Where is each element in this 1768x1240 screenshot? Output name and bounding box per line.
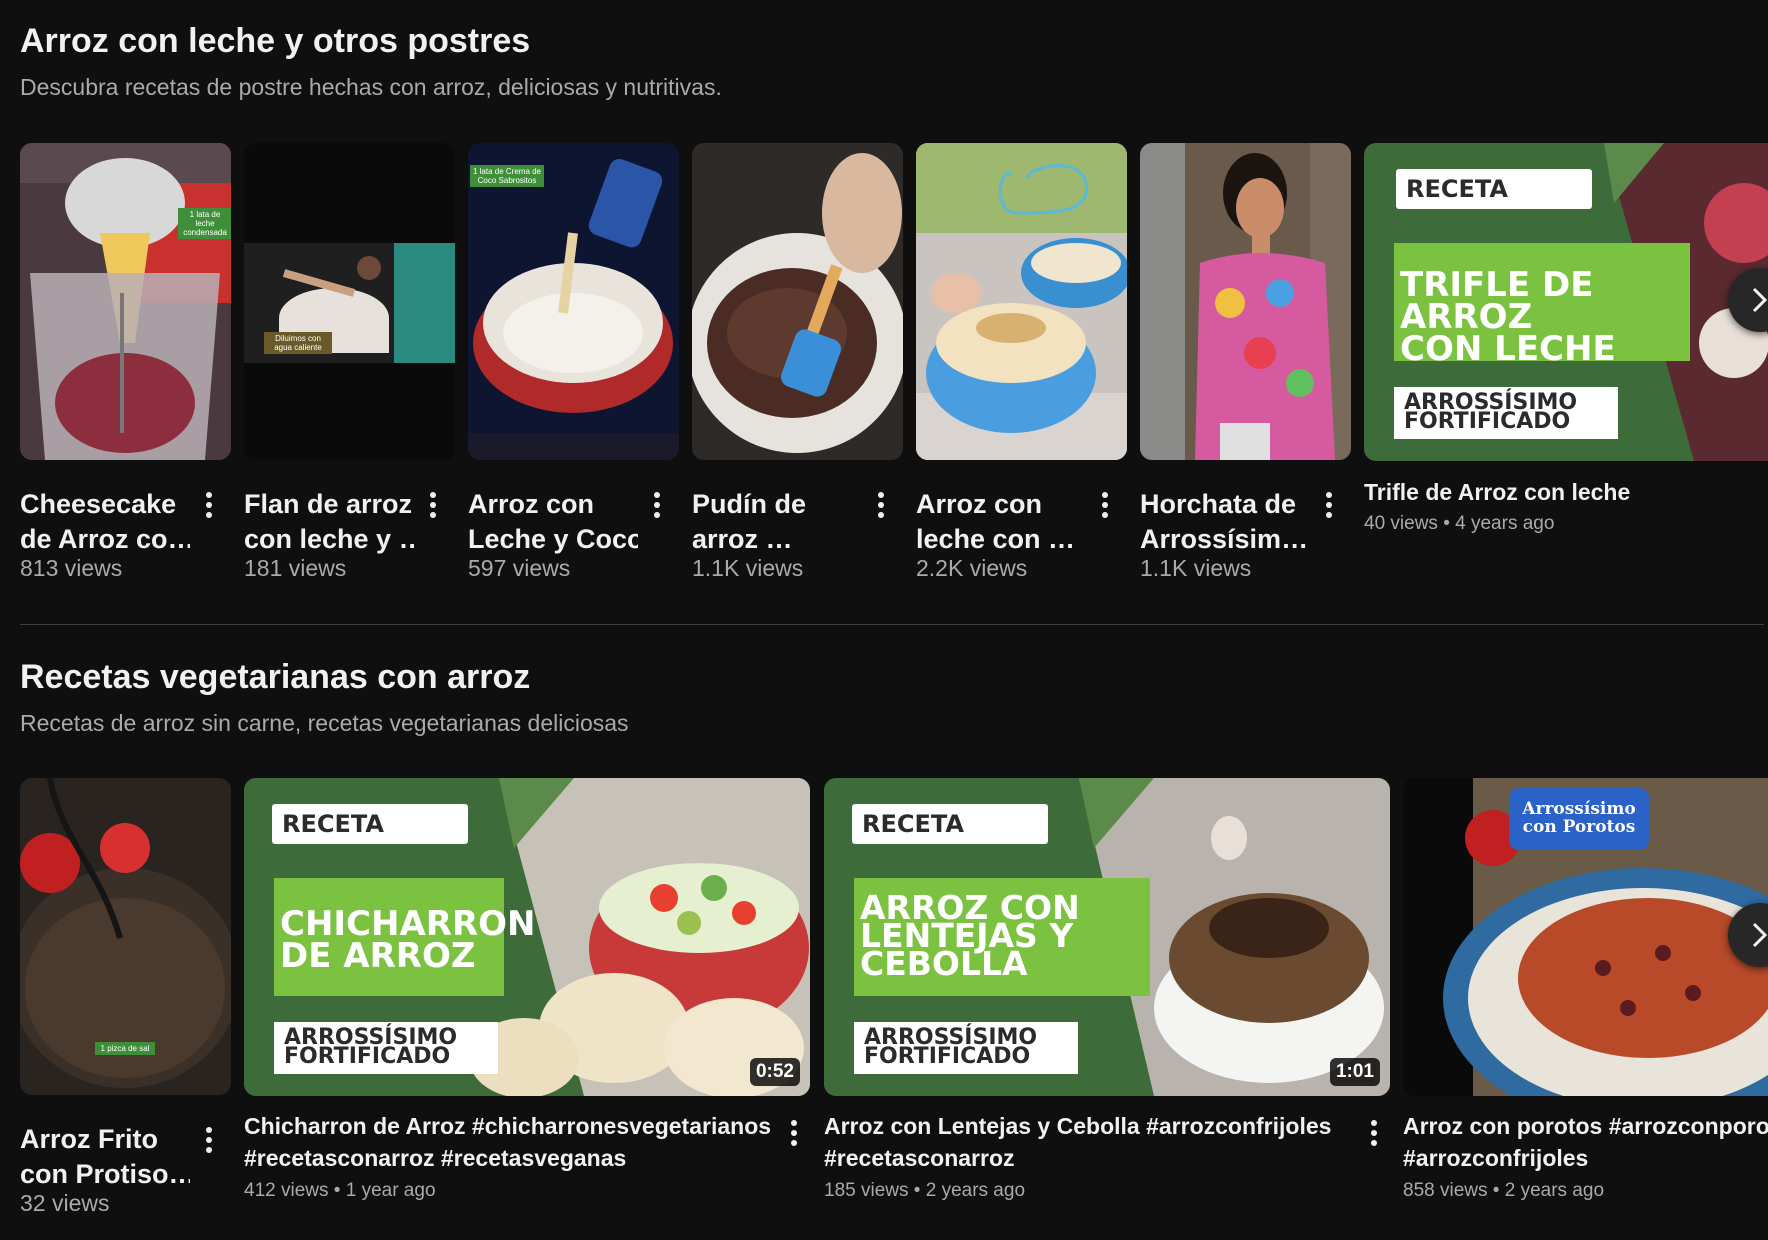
short-card[interactable]: Horchata de Arrossísim… 1.1K views	[1140, 143, 1351, 583]
chevron-right-icon	[1752, 922, 1768, 948]
view-count: 1.1K views	[692, 555, 804, 581]
short-card[interactable]: Pudín de arroz … 1.1K views	[692, 143, 903, 583]
more-vert-icon[interactable]	[1319, 489, 1339, 525]
video-card[interactable]: RECETA CHICHARRON DE ARROZ ARROSSÍSIMO FOR…	[244, 778, 810, 1218]
short-title: Pudín de arroz …	[692, 489, 806, 554]
short-thumbnail[interactable]: 1 lata de Crema de Coco Sabrositos	[468, 143, 679, 460]
more-vert-icon[interactable]	[871, 489, 891, 525]
short-thumbnail[interactable]	[916, 143, 1127, 460]
thumbnail-brand: ARROSSÍSIMO FORTIFICADO	[274, 1022, 498, 1074]
video-meta: 858 views • 2 years ago	[1403, 1180, 1605, 1201]
video-meta: 40 views • 4 years ago	[1364, 513, 1555, 534]
video-meta: 412 views • 1 year ago	[244, 1180, 436, 1201]
shelf-subtitle: Recetas de arroz sin carne, recetas vege…	[20, 710, 629, 736]
short-card[interactable]: 1 lata de leche condensada Cheesecake de …	[20, 143, 231, 583]
short-card[interactable]: 1 lata de Crema de Coco Sabrositos Arroz…	[468, 143, 679, 583]
view-count: 597 views	[468, 555, 571, 581]
short-card[interactable]: 1 pizca de sal Arroz Frito con Protiso… 3…	[20, 778, 231, 1218]
thumbnail-headline: CHICHARRON DE ARROZ	[274, 878, 536, 996]
short-title: Cheesecake de Arroz co…	[20, 489, 190, 554]
thumbnail-caption: 1 pizca de sal	[95, 1042, 155, 1055]
thumbnail-caption: 1 lata de Crema de Coco Sabrositos	[470, 165, 544, 187]
video-thumbnail[interactable]: RECETA ARROZ CON LENTEJAS Y CEBOLLA ARROSS…	[824, 778, 1390, 1096]
thumbnail-tag: RECETA	[1396, 169, 1592, 209]
short-title: Arroz Frito con Protiso…	[20, 1124, 190, 1189]
view-count: 32 views	[20, 1190, 110, 1216]
video-card[interactable]: RECETA TRIFLE DE ARROZ CON LECHE ARROSSÍS…	[1364, 143, 1768, 543]
more-vert-icon[interactable]	[1095, 489, 1115, 525]
more-vert-icon[interactable]	[199, 1124, 219, 1160]
short-title: Flan de arroz con leche y …	[244, 489, 414, 554]
view-count: 813 views	[20, 555, 123, 581]
thumbnail-brand: ARROSSÍSIMO FORTIFICADO	[1394, 387, 1618, 439]
more-vert-icon[interactable]	[199, 489, 219, 525]
thumbnail-caption: Diluimos con agua caliente	[264, 332, 332, 354]
short-title: Arroz con leche con …	[916, 489, 1076, 554]
more-vert-icon[interactable]	[423, 489, 443, 525]
more-vert-icon[interactable]	[1364, 1117, 1384, 1153]
short-thumbnail[interactable]	[1140, 143, 1351, 460]
short-thumbnail[interactable]: Diluimos con agua caliente	[244, 143, 455, 460]
video-title: Chicharron de Arroz #chicharronesvegetar…	[244, 1113, 772, 1171]
video-card[interactable]: RECETA ARROZ CON LENTEJAS Y CEBOLLA ARROSS…	[824, 778, 1390, 1218]
short-title: Horchata de Arrossísim…	[1140, 489, 1309, 554]
thumbnail-brand: ARROSSÍSIMO FORTIFICADO	[854, 1022, 1078, 1074]
short-thumbnail[interactable]: 1 lata de leche condensada	[20, 143, 231, 460]
shelf-divider	[20, 624, 1764, 625]
video-title: Arroz con porotos #arrozconporotos #arroz…	[1403, 1113, 1768, 1171]
short-card[interactable]: Diluimos con agua caliente Flan de arroz…	[244, 143, 455, 583]
chevron-right-icon	[1752, 287, 1768, 313]
video-thumbnail[interactable]: Arrossísimo con Porotos	[1403, 778, 1768, 1096]
thumbnail-headline: TRIFLE DE ARROZ CON LECHE	[1394, 243, 1690, 366]
more-vert-icon[interactable]	[647, 489, 667, 525]
view-count: 181 views	[244, 555, 347, 581]
thumbnail-headline: ARROZ CON LENTEJAS Y CEBOLLA	[854, 878, 1150, 996]
thumbnail-tag: RECETA	[272, 804, 468, 844]
view-count: 1.1K views	[1140, 555, 1252, 581]
video-thumbnail[interactable]: RECETA TRIFLE DE ARROZ CON LECHE ARROSSÍS…	[1364, 143, 1768, 461]
short-thumbnail[interactable]: 1 pizca de sal	[20, 778, 231, 1095]
thumbnail-tag: RECETA	[852, 804, 1048, 844]
short-card[interactable]: Arroz con leche con … 2.2K views	[916, 143, 1127, 583]
short-title: Arroz con Leche y Coco	[468, 489, 638, 554]
shelf-subtitle: Descubra recetas de postre hechas con ar…	[20, 74, 722, 100]
view-count: 2.2K views	[916, 555, 1028, 581]
shelf-title: Recetas vegetarianas con arroz	[20, 658, 531, 696]
video-title: Trifle de Arroz con leche	[1364, 479, 1631, 505]
video-thumbnail[interactable]: RECETA CHICHARRON DE ARROZ ARROSSÍSIMO FOR…	[244, 778, 810, 1096]
thumbnail-badge: Arrossísimo con Porotos	[1509, 788, 1649, 850]
video-title: Arroz con Lentejas y Cebolla #arrozconfr…	[824, 1113, 1332, 1171]
video-card[interactable]: Arrossísimo con Porotos Arroz con porotos…	[1403, 778, 1768, 1218]
duration-badge: 0:52	[749, 1058, 800, 1086]
thumbnail-caption: 1 lata de leche condensada	[178, 208, 231, 239]
shelf-title: Arroz con leche y otros postres	[20, 22, 531, 60]
short-thumbnail[interactable]	[692, 143, 903, 460]
more-vert-icon[interactable]	[784, 1117, 804, 1153]
video-meta: 185 views • 2 years ago	[824, 1180, 1026, 1201]
duration-badge: 1:01	[1329, 1058, 1380, 1086]
